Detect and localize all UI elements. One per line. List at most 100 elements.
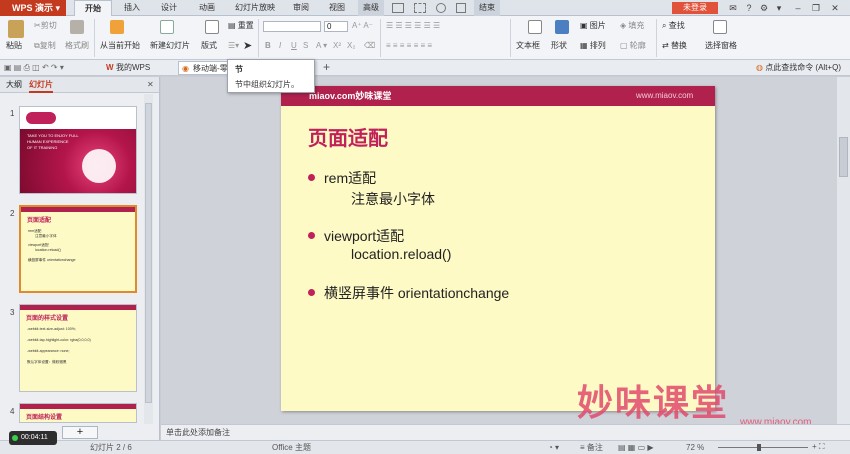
font-color-icon[interactable]: A ▾ bbox=[316, 41, 327, 51]
new-tab-button[interactable]: + bbox=[323, 61, 330, 73]
bullet-text[interactable]: 横竖屏事件 orientationchange bbox=[324, 283, 509, 303]
tab-end[interactable]: 结束 bbox=[474, 0, 500, 16]
paste-button[interactable]: 粘贴 bbox=[6, 41, 22, 51]
new-slide-icon[interactable] bbox=[160, 20, 174, 34]
bullets-icon[interactable]: ☰ ☰ ☰ ☰ ☰ ☰ bbox=[386, 21, 440, 31]
menu-icon[interactable]: ▾ bbox=[773, 2, 785, 14]
font-name-combo[interactable] bbox=[263, 21, 321, 32]
bullet-text[interactable]: viewport适配 bbox=[324, 226, 404, 246]
current-slide[interactable]: miaov.com妙味课堂 www.miaov.com 页面适配 rem适配 注… bbox=[281, 86, 715, 411]
box-icon[interactable] bbox=[392, 3, 404, 13]
canvas-scroll-thumb[interactable] bbox=[839, 137, 848, 177]
paste-icon[interactable] bbox=[8, 20, 24, 38]
tab-review[interactable]: 审阅 bbox=[286, 0, 316, 16]
shape-icon[interactable] bbox=[555, 20, 569, 34]
command-search[interactable]: ◍ 点此查找命令 (Alt+Q) bbox=[756, 63, 841, 73]
selection-pane-icon[interactable] bbox=[713, 20, 727, 34]
close-panel-icon[interactable]: ✕ bbox=[147, 77, 154, 93]
bullet-subtext[interactable]: 注意最小字体 bbox=[351, 189, 435, 209]
panel-scroll-thumb[interactable] bbox=[145, 103, 152, 403]
textbox-button[interactable]: 文本框 bbox=[516, 41, 540, 51]
selection-pane-button[interactable]: 选择窗格 bbox=[705, 41, 737, 51]
slide-thumb-4[interactable]: 页面结构设置 bbox=[19, 403, 137, 423]
slide-brand: miaov.com妙味课堂 bbox=[309, 91, 392, 101]
shape-button[interactable]: 形状 bbox=[551, 41, 567, 51]
notes-icon: ≡ bbox=[580, 443, 587, 452]
font-grow-icon[interactable]: A⁺ A⁻ bbox=[352, 21, 373, 31]
canvas-scrollbar[interactable] bbox=[837, 77, 850, 424]
home-icon[interactable] bbox=[456, 3, 466, 13]
italic-icon[interactable]: I bbox=[279, 41, 281, 51]
help-icon[interactable]: ? bbox=[743, 2, 755, 14]
bold-icon[interactable]: B bbox=[265, 41, 271, 51]
bullet-subtext[interactable]: location.reload() bbox=[351, 246, 451, 262]
tab-view[interactable]: 视图 bbox=[322, 0, 352, 16]
login-button[interactable]: 未登录 bbox=[672, 2, 718, 14]
fill-button[interactable]: ◈ 填充 bbox=[620, 21, 644, 31]
tab-my-wps[interactable]: W 我的WPS bbox=[102, 61, 174, 75]
clear-format-icon[interactable]: ⌫ bbox=[364, 41, 375, 51]
slide-title[interactable]: 页面适配 bbox=[308, 122, 388, 151]
restore-icon[interactable]: ❐ bbox=[810, 2, 822, 14]
find-button[interactable]: ⌕ 查找 bbox=[662, 21, 685, 31]
superscript-icon[interactable]: X² bbox=[333, 41, 341, 51]
circle-icon[interactable] bbox=[436, 3, 446, 13]
zoom-level[interactable]: 72 % bbox=[686, 443, 704, 453]
minimize-icon[interactable]: – bbox=[792, 2, 804, 14]
section-button[interactable]: ☰▾ bbox=[228, 41, 239, 51]
zoom-slider-handle[interactable] bbox=[757, 444, 761, 451]
slide-thumb-3[interactable]: 页面的样式设置 -webkit-text-size-adjust: 100%; … bbox=[19, 304, 137, 392]
recording-timer[interactable]: 00:04:11 bbox=[9, 431, 57, 445]
tab-outline[interactable]: 大纲 bbox=[6, 77, 22, 93]
settings-icon[interactable]: ⚙ bbox=[758, 2, 770, 14]
play-icon[interactable] bbox=[110, 20, 124, 34]
fit-window-icon[interactable]: + ⛶ bbox=[812, 442, 825, 452]
tab-home[interactable]: 开始 bbox=[74, 0, 112, 16]
status-icons-left[interactable]: ◔ ▾ bbox=[548, 443, 559, 453]
picture-button[interactable]: ▣ 图片 bbox=[580, 21, 606, 31]
add-slide-button[interactable]: + bbox=[62, 426, 98, 439]
reset-button[interactable]: ▤ 重置 bbox=[228, 21, 254, 31]
tab-slideshow[interactable]: 幻灯片放映 bbox=[228, 0, 282, 16]
textbox-icon[interactable] bbox=[528, 20, 542, 34]
app-menu-button[interactable]: WPS 演示 ▾ bbox=[0, 0, 66, 16]
tab-design[interactable]: 设计 bbox=[152, 0, 186, 16]
format-painter-icon[interactable] bbox=[70, 20, 84, 34]
notes-area[interactable]: 单击此处添加备注 bbox=[161, 424, 850, 440]
reset-icon: ▤ bbox=[228, 21, 238, 30]
tab-insert[interactable]: 插入 bbox=[116, 0, 148, 16]
tab-document[interactable]: ◉ 移动端-零 bbox=[178, 61, 230, 75]
close-icon[interactable]: ✕ bbox=[829, 2, 841, 14]
outline-button[interactable]: ▢ 轮廓 bbox=[620, 41, 646, 51]
zoom-slider[interactable] bbox=[718, 447, 808, 448]
quick-access-icons[interactable]: ▣ ▤ ⎙ ◫ ↶ ↷ ▾ bbox=[4, 63, 64, 73]
slide-thumb-2[interactable]: 页面适配 rem适配 注意最小字体 viewport适配 location.re… bbox=[19, 205, 137, 293]
underline-icon[interactable]: U bbox=[291, 41, 297, 51]
align-icon[interactable]: ≡ ≡ ≡ ≡ ≡ ≡ ≡ bbox=[386, 41, 432, 51]
layout-button[interactable]: 版式 bbox=[201, 41, 217, 51]
format-painter-button[interactable]: 格式刷 bbox=[65, 41, 89, 51]
thumb-title: 页面适配 bbox=[27, 218, 52, 224]
strike-icon[interactable]: S bbox=[303, 41, 308, 51]
tab-slides[interactable]: 幻灯片 bbox=[29, 77, 53, 93]
tab-animation[interactable]: 动画 bbox=[190, 0, 224, 16]
skin-icon[interactable]: ✉ bbox=[727, 2, 739, 14]
tab-advanced[interactable]: 高级 bbox=[358, 0, 384, 16]
cut-button[interactable]: ✂剪切 bbox=[34, 21, 57, 31]
notes-button[interactable]: ≡ 备注 bbox=[580, 443, 603, 453]
replace-button[interactable]: ⇄ 替换 bbox=[662, 41, 687, 51]
slide-thumb-1[interactable]: TAKE YOU TO ENJOY FULL HUMAN EXPERIENCE … bbox=[19, 106, 137, 194]
dashed-box-icon[interactable] bbox=[414, 3, 426, 13]
from-current-button[interactable]: 从当前开始 bbox=[100, 41, 140, 51]
bullet-text[interactable]: rem适配 bbox=[324, 168, 376, 188]
layout-icon[interactable] bbox=[205, 20, 219, 34]
copy-button[interactable]: ⧉复制 bbox=[34, 41, 56, 51]
thumb-text: location.reload() bbox=[35, 248, 61, 252]
font-size-combo[interactable]: 0 bbox=[324, 21, 348, 32]
thumb-title: 页面的样式设置 bbox=[26, 316, 69, 322]
subscript-icon[interactable]: X₂ bbox=[347, 41, 355, 51]
arrange-button[interactable]: ▦ 排列 bbox=[580, 41, 606, 51]
view-mode-icons[interactable]: ▤ ▦ ▭ ▶ bbox=[618, 443, 654, 453]
new-slide-button[interactable]: 新建幻灯片 bbox=[150, 41, 190, 51]
slide-number: 1 bbox=[10, 109, 15, 118]
